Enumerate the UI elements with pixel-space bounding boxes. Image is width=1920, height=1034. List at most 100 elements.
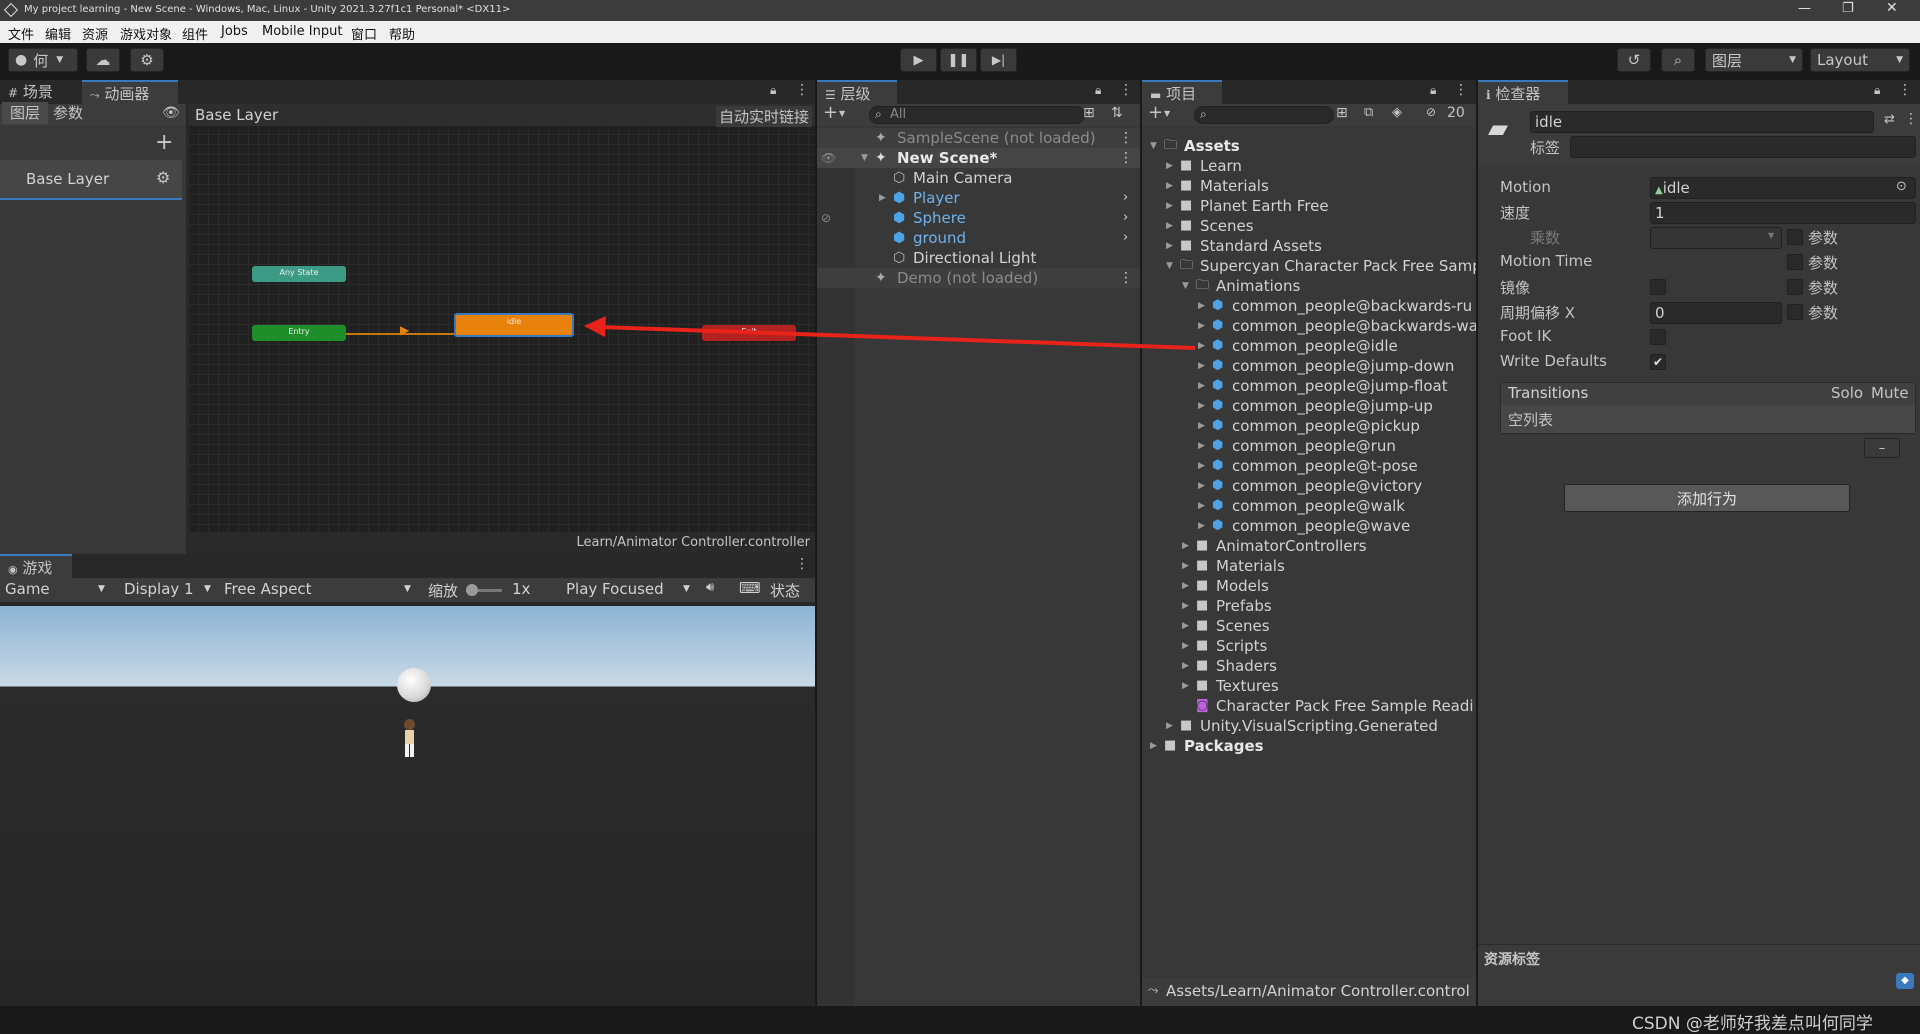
animator-graph[interactable]: Base Layer 自动实时链接 Any State Entry ▶ idle… <box>188 104 815 554</box>
collapsed-arrow-icon[interactable]: ▶ <box>1166 216 1173 236</box>
search-options-icon[interactable]: ⊞ <box>1083 105 1095 121</box>
collapsed-arrow-icon[interactable]: ▶ <box>1198 376 1205 396</box>
scale-slider-handle[interactable] <box>466 584 478 596</box>
layer-item[interactable]: Base Layer ⚙ <box>0 160 182 200</box>
motion-time-param-checkbox[interactable] <box>1787 254 1803 270</box>
tab-animator[interactable]: ⤳ 动画器 <box>82 80 178 104</box>
project-tree-item[interactable]: ▶ ⬢ common_people@backwards-wa <box>1142 316 1476 336</box>
display-mode-dropdown[interactable]: Game <box>5 580 50 598</box>
restore-button[interactable]: ❐ <box>1842 1 1854 16</box>
project-search-input[interactable]: ⌕ <box>1194 106 1334 124</box>
collapsed-arrow-icon[interactable]: ▶ <box>1198 496 1205 516</box>
collapsed-arrow-icon[interactable]: ▶ <box>1182 676 1189 696</box>
expanded-arrow-icon[interactable]: ▼ <box>1166 256 1173 276</box>
gear-icon[interactable]: ⚙ <box>156 168 170 187</box>
layout-dropdown[interactable]: Layout ▼ <box>1810 48 1910 72</box>
collapsed-arrow-icon[interactable]: ▶ <box>1166 716 1173 736</box>
exit-node[interactable]: Exit <box>702 325 796 341</box>
project-tree-item[interactable]: ▶ ⬢ common_people@victory <box>1142 476 1476 496</box>
pause-button[interactable]: ❚❚ <box>940 48 977 72</box>
minimize-button[interactable]: — <box>1798 1 1811 16</box>
breadcrumb[interactable]: Base Layer <box>195 106 278 124</box>
eye-icon[interactable]: 👁︎ <box>162 105 180 121</box>
collapsed-arrow-icon[interactable]: ▶ <box>1198 356 1205 376</box>
more-menu-icon[interactable]: ⋮ <box>795 556 809 572</box>
aspect-dropdown[interactable]: Free Aspect <box>224 580 312 598</box>
tab-game[interactable]: ◉ 游戏 <box>0 554 72 578</box>
collapsed-arrow-icon[interactable]: ▶ <box>1166 236 1173 256</box>
cycle-offset-param-checkbox[interactable] <box>1787 304 1803 320</box>
hierarchy-row[interactable]: ⬡ Directional Light <box>817 248 1140 268</box>
create-button[interactable]: + <box>1148 102 1163 123</box>
collapsed-arrow-icon[interactable]: ▶ <box>1182 656 1189 676</box>
project-tree-item[interactable]: ▶ ⬢ common_people@wave <box>1142 516 1476 536</box>
write-defaults-checkbox[interactable]: ✔ <box>1650 354 1666 370</box>
object-picker-icon[interactable]: ⊙ <box>1896 179 1907 194</box>
collapsed-arrow-icon[interactable]: ▶ <box>1182 536 1189 556</box>
collapsed-arrow-icon[interactable]: ▶ <box>1198 416 1205 436</box>
project-tree-item[interactable]: ▶ ■ Materials <box>1142 176 1476 196</box>
project-tree-item[interactable]: ▶ ■ Learn <box>1142 156 1476 176</box>
project-tree-item[interactable]: ▶ ⬢ common_people@idle <box>1142 336 1476 356</box>
menu-window[interactable]: 窗口 <box>351 24 377 43</box>
lock-icon[interactable]: 🔒︎ <box>1430 83 1436 98</box>
collapsed-arrow-icon[interactable]: ▶ <box>1182 556 1189 576</box>
more-menu-icon[interactable]: ⋮ <box>1454 82 1468 98</box>
live-link-toggle[interactable]: 自动实时链接 <box>716 106 813 127</box>
hierarchy-row[interactable]: ✦ SampleScene (not loaded) ⋮ <box>817 128 1140 148</box>
project-tree-item[interactable]: ▶ ■ Models <box>1142 576 1476 596</box>
project-tree-item[interactable]: ▶ ■ Scenes <box>1142 216 1476 236</box>
project-tree-item[interactable]: ▶ ■ Shaders <box>1142 656 1476 676</box>
display-dropdown[interactable]: Display 1 <box>124 580 194 598</box>
mirror-param-checkbox[interactable] <box>1787 279 1803 295</box>
collapsed-arrow-icon[interactable]: ▶ <box>1198 436 1205 456</box>
project-tree-item[interactable]: ▶ ■ Scripts <box>1142 636 1476 656</box>
more-menu-icon[interactable]: ⋮ <box>1898 82 1912 98</box>
more-menu-icon[interactable]: ⋮ <box>1119 82 1133 98</box>
any-state-node[interactable]: Any State <box>252 266 346 282</box>
keyboard-icon[interactable]: ⌨ <box>739 579 761 597</box>
speed-field[interactable]: 1 <box>1650 202 1916 224</box>
tab-scene[interactable]: # 场景 <box>0 80 61 104</box>
project-tree-item[interactable]: ◙ Character Pack Free Sample Readi <box>1142 696 1476 716</box>
collapsed-arrow-icon[interactable]: ▶ <box>1198 336 1205 356</box>
visibility-icon[interactable]: 👁︎ <box>821 148 836 168</box>
more-menu-icon[interactable]: ⋮ <box>1119 128 1133 148</box>
play-mode-dropdown[interactable]: Play Focused <box>566 580 664 598</box>
hierarchy-row[interactable]: ⬢ ground › <box>817 228 1140 248</box>
tab-parameters[interactable]: 参数 <box>45 102 91 124</box>
preset-icon[interactable]: ⇄ <box>1884 112 1895 127</box>
tab-layers[interactable]: 图层 <box>2 102 49 124</box>
label-icon[interactable]: ◈ <box>1392 105 1402 120</box>
hierarchy-row[interactable]: ⬡ Main Camera <box>817 168 1140 188</box>
idle-state-node[interactable]: idle <box>454 313 574 337</box>
lock-icon[interactable]: 🔒︎ <box>1874 83 1880 98</box>
foot-ik-checkbox[interactable] <box>1650 329 1666 345</box>
chevron-right-icon[interactable]: › <box>1123 208 1128 228</box>
hidden-packages-icon[interactable]: ⊘ <box>1426 105 1436 119</box>
project-tree-item[interactable]: ▶ ⬢ common_people@t-pose <box>1142 456 1476 476</box>
project-tree-item[interactable]: ▶ ■ Unity.VisualScripting.Generated <box>1142 716 1476 736</box>
cycle-offset-field[interactable]: 0 <box>1650 302 1782 324</box>
sort-icon[interactable]: ⇅ <box>1111 105 1123 121</box>
play-button[interactable]: ▶ <box>900 48 937 72</box>
menu-jobs[interactable]: Jobs <box>221 24 248 39</box>
multiplier-param-checkbox[interactable] <box>1787 229 1803 245</box>
expanded-arrow-icon[interactable]: ▼ <box>1182 276 1189 296</box>
motion-field[interactable]: ▲idle <box>1650 177 1916 199</box>
account-dropdown[interactable]: ● 何 ▼ <box>8 48 78 72</box>
collapsed-arrow-icon[interactable]: ▶ <box>1198 476 1205 496</box>
search-button[interactable]: ⌕ <box>1661 48 1695 72</box>
project-tree-item[interactable]: ▶ ■ Packages <box>1142 736 1476 756</box>
collapsed-arrow-icon[interactable]: ▶ <box>1182 576 1189 596</box>
tab-inspector[interactable]: ℹ 检查器 <box>1478 80 1568 104</box>
hierarchy-row[interactable]: ▶ ⬢ Player › <box>817 188 1140 208</box>
layers-dropdown[interactable]: 图层 ▼ <box>1705 48 1803 72</box>
project-tree-item[interactable]: ▶ ⬢ common_people@jump-up <box>1142 396 1476 416</box>
expand-arrow-icon[interactable]: ▶ <box>879 188 886 208</box>
collapsed-arrow-icon[interactable]: ▶ <box>1198 516 1205 536</box>
project-tree-item[interactable]: ▶ ⬢ common_people@pickup <box>1142 416 1476 436</box>
cloud-button[interactable]: ☁ <box>86 48 120 72</box>
remove-transition-button[interactable]: – <box>1864 438 1900 458</box>
game-view[interactable] <box>0 606 815 1006</box>
